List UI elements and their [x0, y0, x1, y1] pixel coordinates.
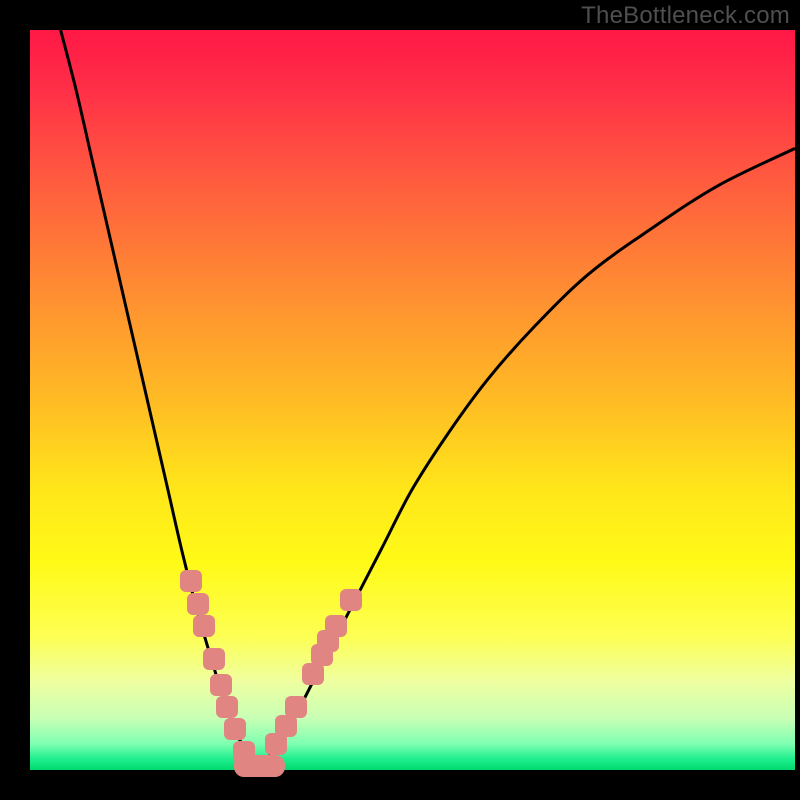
marker-right [325, 615, 347, 637]
marker-right [340, 589, 362, 611]
curves-svg [30, 30, 795, 770]
right-curve [260, 148, 796, 770]
marker-right [302, 663, 324, 685]
left-curve [61, 30, 260, 770]
marker-left [210, 674, 232, 696]
marker-bottom [249, 755, 285, 777]
marker-left [216, 696, 238, 718]
marker-left [193, 615, 215, 637]
marker-left [187, 593, 209, 615]
marker-left [203, 648, 225, 670]
watermark-text: TheBottleneck.com [581, 2, 790, 30]
plot-area [30, 30, 795, 770]
marker-right [285, 696, 307, 718]
chart-container: TheBottleneck.com [0, 0, 800, 800]
marker-left [180, 570, 202, 592]
marker-left [224, 718, 246, 740]
